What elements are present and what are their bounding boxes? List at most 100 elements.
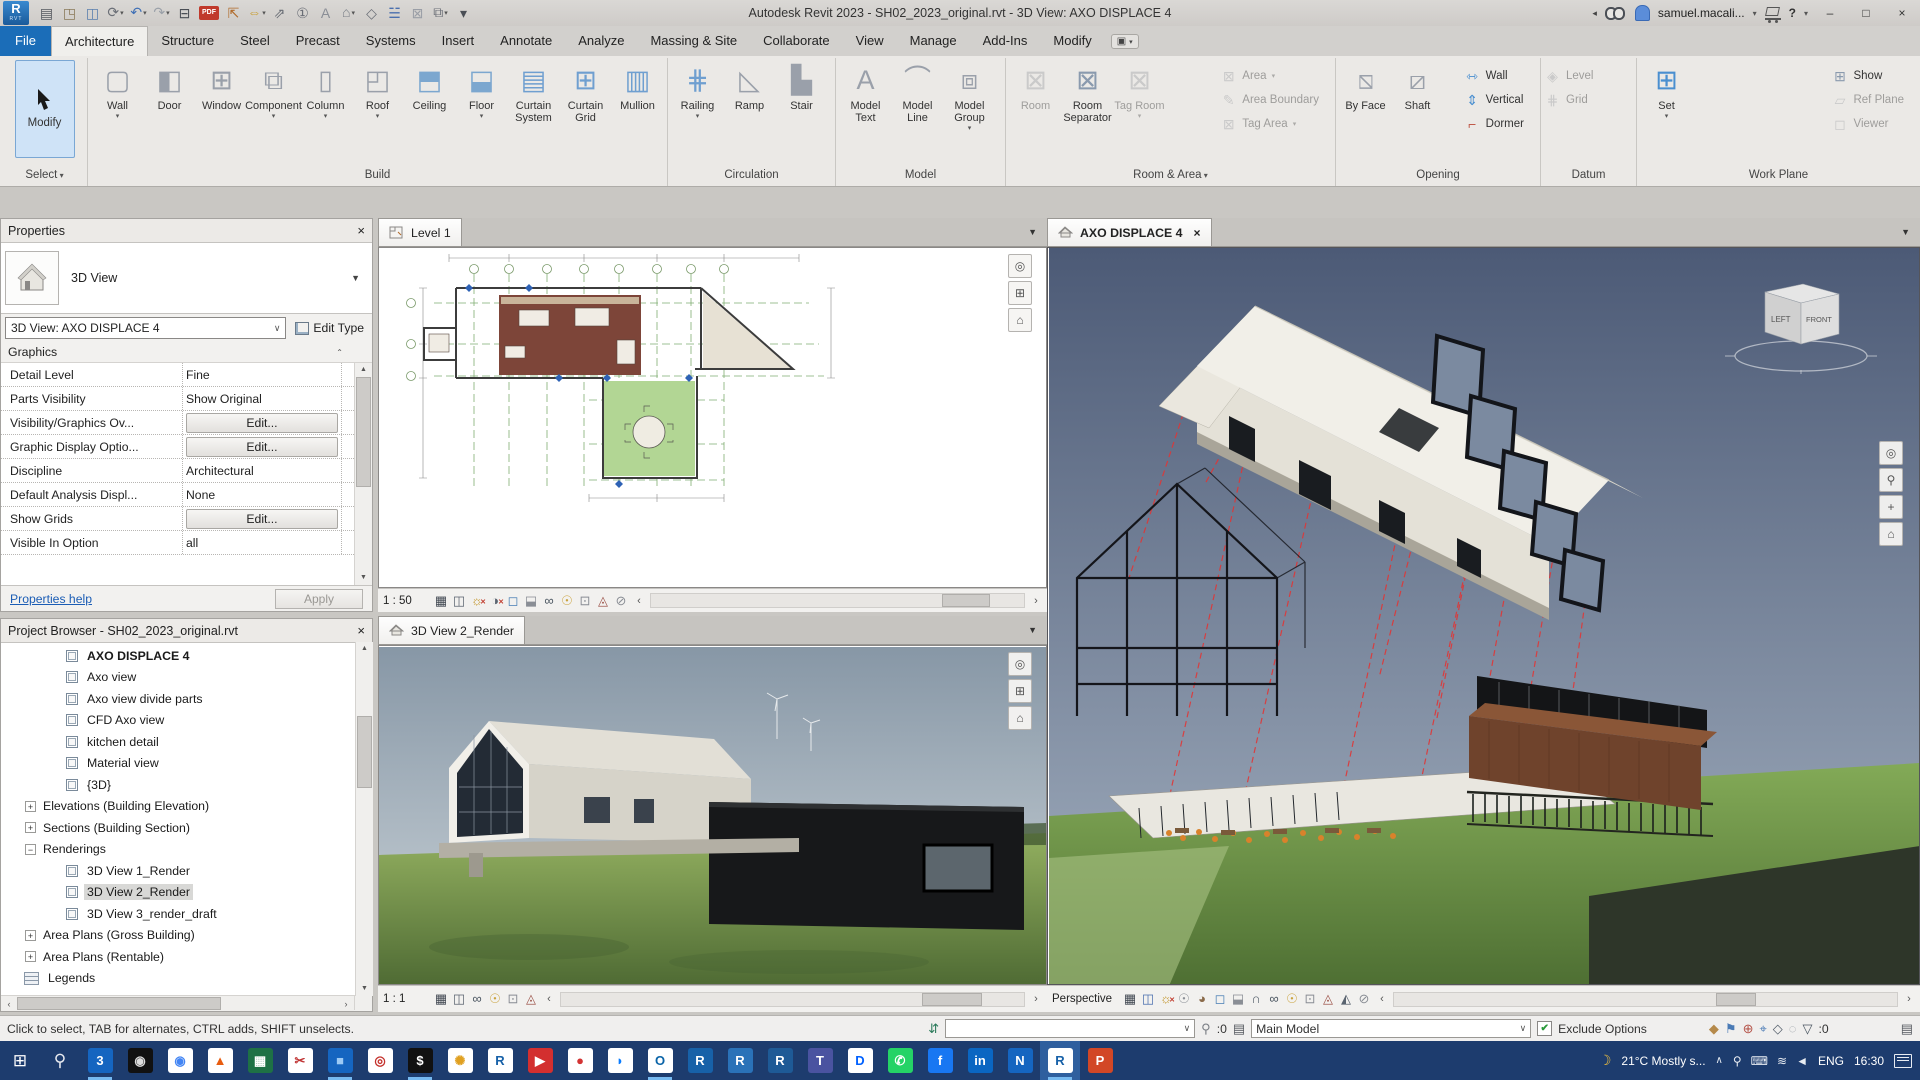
modify-options-icon[interactable]: ▣: [1110, 33, 1139, 49]
view-control-icon[interactable]: ◑: [486, 592, 504, 612]
search-icon[interactable]: [1604, 7, 1627, 20]
view-control-icon[interactable]: ⊘: [1355, 990, 1373, 1008]
status-icon[interactable]: ◇: [1773, 1021, 1783, 1037]
properties-header[interactable]: Properties ×: [1, 219, 372, 243]
taskbar-app[interactable]: ⚲: [40, 1041, 80, 1080]
plan-hscrollbar[interactable]: [650, 593, 1025, 608]
tree-expander[interactable]: +: [25, 822, 36, 834]
browser-tree-item[interactable]: CFD Axo view: [1, 710, 372, 732]
browser-tree-item[interactable]: 3D View 3_render_draft: [1, 903, 372, 925]
ribbon-tool-small[interactable]: ⋕ Grid ▾: [1541, 88, 1636, 112]
collapse-icon[interactable]: ⌃: [336, 348, 343, 357]
ribbon-tab[interactable]: Annotate: [487, 26, 565, 56]
scale-button[interactable]: 1 : 1: [383, 993, 429, 1005]
navigation-icon[interactable]: ⊞: [1008, 281, 1032, 305]
tree-expander[interactable]: +: [25, 951, 36, 963]
view-control-icon[interactable]: ∩: [1247, 990, 1265, 1008]
tab-3d-view-2-render[interactable]: 3D View 2_Render: [378, 616, 525, 644]
ribbon-tab[interactable]: Analyze: [565, 26, 637, 56]
property-row[interactable]: Visibility/Graphics Ov... Edit...: [1, 411, 354, 435]
qat-icon[interactable]: ▾: [452, 2, 475, 24]
view-tab-list-icon[interactable]: ▼: [1028, 227, 1037, 237]
scrollbar-thumb[interactable]: [922, 992, 983, 1006]
type-selector[interactable]: 3D View: AXO DISPLACE 4 ∨: [5, 317, 287, 339]
scroll-up-icon[interactable]: ▲: [360, 363, 367, 377]
browser-tree-item[interactable]: Legends: [1, 968, 372, 990]
viewcube-left-label[interactable]: LEFT: [1771, 315, 1791, 324]
properties-help-link[interactable]: Properties help: [10, 592, 92, 606]
view-control-icon[interactable]: ▦: [432, 592, 450, 610]
view-control-icon[interactable]: ∞: [1265, 990, 1283, 1008]
navigation-icon[interactable]: ◎: [1008, 254, 1032, 278]
ribbon-tool[interactable]: ⊞ Window ▾: [196, 60, 247, 122]
collapse-arrow-icon[interactable]: ◂: [1592, 8, 1597, 19]
ribbon-tool-small[interactable]: ⊠ Tag Area ▾: [1217, 112, 1335, 136]
ribbon-tool[interactable]: ◺ Ramp ▾: [724, 60, 775, 122]
edit-type-button[interactable]: Edit Type: [291, 317, 368, 339]
property-value[interactable]: Architectural: [186, 464, 254, 478]
navigation-icon[interactable]: ⊞: [1008, 679, 1032, 703]
ribbon-tool[interactable]: ⊠ Room ▾: [1010, 60, 1061, 122]
taskbar-app[interactable]: ●: [560, 1041, 600, 1080]
help-icon[interactable]: ?: [1789, 6, 1796, 20]
ribbon-tab[interactable]: Modify: [1040, 26, 1104, 56]
ribbon-tool-small[interactable]: ⌐ Dormer ▾: [1461, 112, 1540, 136]
taskbar-app[interactable]: ◉: [120, 1041, 160, 1080]
ribbon-tab[interactable]: View: [843, 26, 897, 56]
ribbon-tool-small[interactable]: ▱ Ref Plane ▾: [1828, 88, 1920, 112]
qat-icon[interactable]: ①: [291, 2, 314, 24]
ribbon-tool[interactable]: ⬒ Ceiling ▾: [404, 60, 455, 122]
scroll-down-icon[interactable]: ▼: [360, 571, 367, 585]
browser-tree-item[interactable]: 3D View 1_Render: [1, 860, 372, 882]
ribbon-tool[interactable]: ▤ Curtain System ▾: [508, 60, 559, 134]
view-control-icon[interactable]: ☉: [558, 592, 576, 610]
view-control-icon[interactable]: ◬: [1319, 990, 1337, 1008]
panel-label-room-area[interactable]: Room & Area: [1006, 166, 1335, 186]
view-control-icon[interactable]: ◭: [1337, 990, 1355, 1008]
status-icon[interactable]: ⊕: [1743, 1021, 1754, 1037]
scroll-up-icon[interactable]: ▲: [361, 642, 368, 656]
ribbon-tool-small[interactable]: ⊠ Area ▾: [1217, 64, 1335, 88]
property-row[interactable]: Discipline Architectural: [1, 459, 354, 483]
tray-icon[interactable]: ≋: [1777, 1054, 1787, 1068]
ribbon-tab[interactable]: File: [0, 26, 51, 56]
axo-canvas[interactable]: LEFT FRONT ◎ ⚲ + ⌂: [1047, 247, 1920, 985]
close-icon[interactable]: ×: [357, 223, 365, 238]
scrollbar-thumb[interactable]: [941, 594, 991, 607]
ribbon-tool[interactable]: ⬓ Floor ▾: [456, 60, 507, 122]
close-icon[interactable]: ×: [357, 623, 365, 638]
view-control-icon[interactable]: ⬓: [522, 592, 540, 610]
taskbar-app[interactable]: R: [680, 1041, 720, 1080]
notification-center-icon[interactable]: [1894, 1053, 1912, 1068]
taskbar-app[interactable]: T: [800, 1041, 840, 1080]
view-control-icon[interactable]: ▦: [432, 990, 450, 1008]
minimize-button[interactable]: –: [1816, 6, 1844, 20]
property-row[interactable]: Detail Level Fine: [1, 363, 354, 387]
taskbar-app[interactable]: ◗: [600, 1041, 640, 1080]
scroll-left-icon[interactable]: ‹: [633, 595, 645, 607]
taskbar-app[interactable]: ▶: [520, 1041, 560, 1080]
taskbar-app[interactable]: $: [400, 1041, 440, 1080]
qat-icon[interactable]: ◇: [360, 2, 383, 24]
tray-icon[interactable]: ◄: [1796, 1054, 1808, 1068]
render-canvas[interactable]: ◎ ⊞ ⌂: [378, 645, 1047, 985]
view-control-icon[interactable]: ◫: [1139, 990, 1157, 1008]
ribbon-tab[interactable]: Insert: [429, 26, 488, 56]
tray-icon[interactable]: ⚲: [1733, 1054, 1742, 1068]
property-value[interactable]: Edit...: [186, 412, 338, 433]
apply-button[interactable]: Apply: [275, 588, 363, 609]
qat-icon[interactable]: ⇱: [222, 2, 245, 24]
property-value[interactable]: None: [186, 488, 215, 502]
status-icon[interactable]: ⌖: [1759, 1021, 1766, 1037]
tree-expander[interactable]: −: [25, 843, 36, 855]
view-control-icon[interactable]: ▦: [1121, 990, 1139, 1008]
scrollbar-thumb[interactable]: [357, 716, 372, 788]
panel-label-select[interactable]: Select: [2, 166, 87, 186]
taskbar-app[interactable]: R: [1040, 1041, 1080, 1080]
design-options-icon[interactable]: ▤: [1233, 1021, 1245, 1037]
qat-icon[interactable]: A: [314, 2, 337, 24]
navigation-icon[interactable]: ⚲: [1879, 468, 1903, 492]
tray-icon[interactable]: ⌨: [1751, 1054, 1768, 1068]
property-row[interactable]: Parts Visibility Show Original: [1, 387, 354, 411]
ribbon-tool[interactable]: ⧅ By Face ▾: [1340, 60, 1391, 122]
